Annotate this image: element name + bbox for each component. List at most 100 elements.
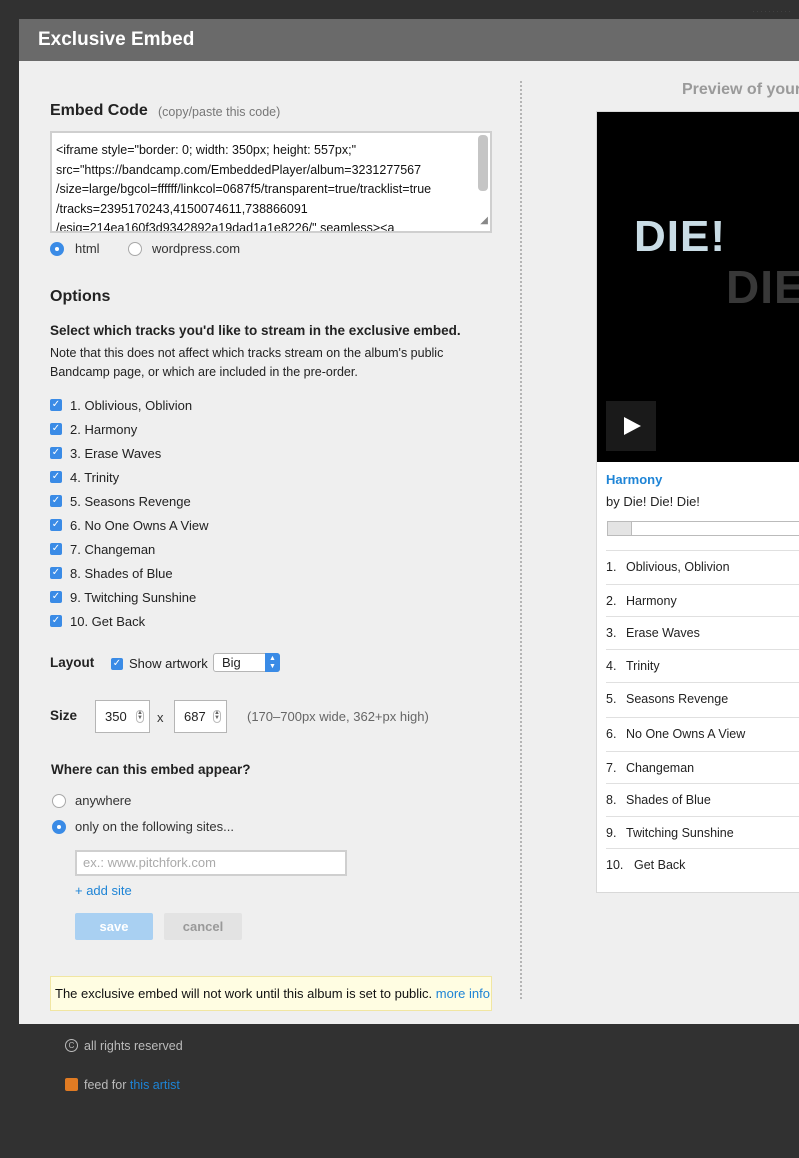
background-logo-mark: ··········	[752, 6, 792, 16]
show-artwork-label[interactable]: Show artwork	[129, 656, 208, 671]
textarea-scrollbar[interactable]	[478, 135, 488, 191]
add-site-link[interactable]: + add site	[75, 883, 132, 898]
feed-prefix: feed for	[84, 1078, 127, 1092]
code-line: /size=large/bgcol=ffffff/linkcol=0687f5/…	[56, 182, 432, 196]
playlist-row-number: 4.	[606, 659, 617, 673]
placement-sites-radio[interactable]	[52, 820, 66, 834]
width-input[interactable]: 350 ▲ ▼	[95, 700, 150, 733]
track-checkbox[interactable]: ✓	[50, 399, 62, 411]
playlist-row-title: Get Back	[634, 858, 686, 872]
playlist-row[interactable]: 8. Shades of Blue	[606, 783, 799, 816]
playlist-row-title: Erase Waves	[626, 626, 700, 640]
playlist-row[interactable]: 7. Changeman	[606, 751, 799, 784]
playlist-row-number: 10.	[606, 858, 624, 872]
warning-text: The exclusive embed will not work until …	[55, 986, 433, 1001]
height-input[interactable]: 687 ▲ ▼	[174, 700, 227, 733]
track-checkbox[interactable]: ✓	[50, 471, 62, 483]
playlist-row-number: 6.	[606, 727, 617, 741]
track-label[interactable]: 7. Changeman	[70, 542, 155, 557]
width-stepper-icon[interactable]: ▲ ▼	[136, 710, 144, 723]
placement-anywhere-radio[interactable]	[52, 794, 66, 808]
height-value: 687	[184, 709, 206, 724]
playlist-row[interactable]: 3. Erase Waves	[606, 616, 799, 649]
progress-bar[interactable]	[607, 521, 799, 536]
track-label[interactable]: 9. Twitching Sunshine	[70, 590, 196, 605]
playlist-row-title: Twitching Sunshine	[626, 826, 734, 840]
show-artwork-checkbox[interactable]: ✓	[111, 658, 123, 670]
format-wordpress-radio[interactable]	[128, 242, 142, 256]
playlist-row-number: 2.	[606, 594, 617, 608]
playlist-row[interactable]: 1. Oblivious, Oblivion	[606, 550, 799, 583]
now-playing-title[interactable]: Harmony	[606, 472, 662, 487]
track-checkbox[interactable]: ✓	[50, 591, 62, 603]
playlist-row-title: Changeman	[626, 761, 695, 775]
copyright-icon: C	[65, 1039, 78, 1052]
playlist-row-number: 7.	[606, 761, 617, 775]
playlist-row[interactable]: 10. Get Back	[606, 848, 799, 881]
artwork-text-primary: DIE!	[634, 212, 726, 261]
track-checkbox[interactable]: ✓	[50, 423, 62, 435]
size-label: Size	[50, 708, 78, 723]
track-label[interactable]: 10. Get Back	[70, 614, 145, 629]
progress-thumb[interactable]	[608, 522, 632, 535]
track-select-heading: Select which tracks you'd like to stream…	[50, 323, 461, 338]
playlist-row-number: 1.	[606, 560, 617, 574]
panel-divider	[520, 81, 522, 999]
track-label[interactable]: 2. Harmony	[70, 422, 137, 437]
track-label[interactable]: 1. Oblivious, Oblivion	[70, 398, 192, 413]
placement-sites-label[interactable]: only on the following sites...	[75, 819, 234, 834]
playlist-row[interactable]: 2. Harmony	[606, 584, 799, 617]
feed-artist-link[interactable]: this artist	[130, 1078, 180, 1092]
playlist-row-title: Shades of Blue	[626, 793, 711, 807]
cancel-button[interactable]: cancel	[164, 913, 242, 940]
save-button[interactable]: save	[75, 913, 153, 940]
artwork-text-secondary: DIE	[726, 261, 799, 313]
track-label[interactable]: 5. Seasons Revenge	[70, 494, 191, 509]
playlist-row-number: 8.	[606, 793, 617, 807]
track-checkbox[interactable]: ✓	[50, 567, 62, 579]
playlist-row-title: Trinity	[626, 659, 660, 673]
playlist-row-title: Seasons Revenge	[626, 692, 729, 706]
site-input[interactable]: ex.: www.pitchfork.com	[75, 850, 347, 876]
playlist-row[interactable]: 6. No One Owns A View	[606, 717, 799, 750]
track-label[interactable]: 8. Shades of Blue	[70, 566, 173, 581]
options-heading: Options	[50, 288, 111, 305]
track-select-note: Note that this does not affect which tra…	[50, 346, 444, 379]
placement-anywhere-label[interactable]: anywhere	[75, 793, 131, 808]
dialog-title: Exclusive Embed	[19, 19, 799, 61]
playlist-row-title: Oblivious, Oblivion	[626, 560, 730, 574]
height-stepper-icon[interactable]: ▲ ▼	[213, 710, 221, 723]
resize-grip-icon[interactable]: ◢	[480, 211, 488, 231]
artwork-size-select[interactable]: Big ▲ ▼	[213, 653, 280, 672]
width-value: 350	[105, 709, 127, 724]
track-checkbox[interactable]: ✓	[50, 615, 62, 627]
playlist-row[interactable]: 5. Seasons Revenge	[606, 682, 799, 715]
select-arrows-icon: ▲ ▼	[265, 653, 280, 672]
album-artwork: DIE! DIE	[597, 112, 799, 462]
feed-text: feed for this artist	[84, 1078, 180, 1092]
playlist-row[interactable]: 4. Trinity	[606, 649, 799, 682]
format-html-radio[interactable]	[50, 242, 64, 256]
track-label[interactable]: 6. No One Owns A View	[70, 518, 209, 533]
track-checkbox[interactable]: ✓	[50, 543, 62, 555]
placement-heading: Where can this embed appear?	[51, 762, 251, 777]
playlist-row-number: 9.	[606, 826, 617, 840]
track-label[interactable]: 3. Erase Waves	[70, 446, 161, 461]
now-playing-artist: by Die! Die! Die!	[606, 494, 700, 509]
playlist-row[interactable]: 9. Twitching Sunshine	[606, 816, 799, 849]
track-label[interactable]: 4. Trinity	[70, 470, 119, 485]
embed-code-heading: Embed Code	[50, 102, 148, 119]
more-info-link[interactable]: more info	[436, 986, 490, 1001]
embed-code-textarea[interactable]: <iframe style="border: 0; width: 350px; …	[50, 131, 492, 233]
track-checkbox[interactable]: ✓	[50, 495, 62, 507]
code-line: src="https://bandcamp.com/EmbeddedPlayer…	[56, 162, 422, 177]
format-wordpress-label[interactable]: wordpress.com	[152, 241, 240, 256]
public-warning: The exclusive embed will not work until …	[50, 976, 492, 1011]
rss-feed-icon[interactable]	[65, 1078, 78, 1091]
track-checkbox[interactable]: ✓	[50, 519, 62, 531]
preview-title: Preview of your	[682, 81, 799, 98]
track-checkbox[interactable]: ✓	[50, 447, 62, 459]
format-html-label[interactable]: html	[75, 241, 100, 256]
code-line: /tracks=2395170243,4150074611,738866091	[56, 201, 308, 216]
play-icon[interactable]	[606, 401, 656, 451]
